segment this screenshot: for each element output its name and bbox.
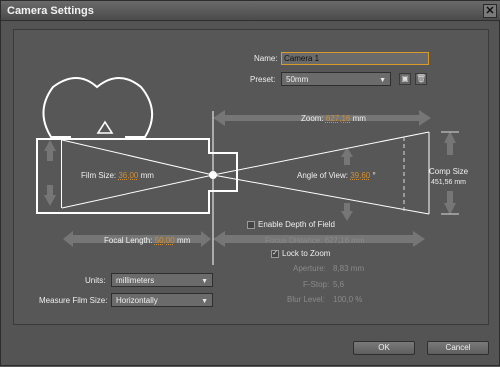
comp-size-arrow-down — [444, 191, 456, 215]
chevron-down-icon: ▼ — [379, 77, 386, 84]
preset-value: 50mm — [286, 75, 309, 84]
film-rect — [61, 140, 62, 208]
measure-film-size-select[interactable]: Horizontally ▼ — [111, 293, 213, 307]
preset-label: Preset: — [250, 75, 276, 84]
comp-size-arrow-up — [444, 131, 456, 155]
enable-dof-label: Enable Depth of Field — [258, 220, 335, 229]
trash-icon[interactable]: 🗑 — [415, 73, 427, 85]
angle-arrow-down — [341, 203, 353, 221]
focus-distance-label: Focus Distance: — [265, 236, 323, 245]
lens-point — [209, 171, 217, 179]
fstop-label: F-Stop: — [303, 280, 330, 289]
focal-length-label: Focal Length: — [104, 236, 153, 245]
blur-level-value: 100,0 % — [333, 295, 363, 304]
units-value: millimeters — [116, 276, 155, 285]
film-size-arrow-down — [44, 185, 56, 206]
enable-dof-checkbox[interactable] — [247, 221, 255, 229]
film-size-value[interactable]: 36,00 — [118, 171, 138, 180]
focus-distance-value: 627,16 mm — [324, 236, 365, 245]
chevron-down-icon: ▼ — [201, 298, 208, 305]
focal-length-value[interactable]: 50,00 — [155, 236, 175, 245]
measure-film-size-label: Measure Film Size: — [39, 296, 108, 305]
film-size-unit: mm — [140, 171, 154, 180]
zoom-label: Zoom: — [301, 114, 324, 123]
camera-settings-dialog: Camera Settings ✕ Name: Camera 1 Preset:… — [0, 0, 500, 366]
ok-button[interactable]: OK — [353, 341, 415, 355]
aperture-label: Aperture: — [293, 264, 326, 273]
cancel-button[interactable]: Cancel — [427, 341, 489, 355]
film-size-arrow-up — [44, 140, 56, 161]
blur-level-label: Blur Level: — [287, 295, 325, 304]
measure-film-size-value: Horizontally — [116, 296, 158, 305]
focal-length-field: Focal Length: 50,00 mm — [104, 236, 190, 245]
angle-label: Angle of View: — [297, 171, 348, 180]
preset-select[interactable]: 50mm ▼ — [281, 72, 391, 86]
aperture-value: 8,83 mm — [333, 264, 365, 273]
zoom-field: Zoom: 627,16 mm — [301, 114, 366, 123]
lock-to-zoom-label: Lock to Zoom — [282, 249, 331, 258]
angle-of-view-field: Angle of View: 39,60 ° — [297, 171, 376, 180]
comp-size-label: Comp Size — [429, 167, 469, 176]
camera-triangle-icon — [96, 120, 114, 134]
comp-size-value: 451,56 mm — [431, 179, 467, 186]
lock-to-zoom-checkbox[interactable]: ✓ — [271, 250, 279, 258]
save-icon[interactable]: ▣ — [399, 73, 411, 85]
camera-reels-outline — [42, 77, 153, 138]
angle-unit: ° — [372, 171, 376, 180]
angle-value[interactable]: 39,60 — [350, 171, 370, 180]
fstop-value: 5,6 — [333, 280, 345, 289]
name-label: Name: — [254, 54, 278, 63]
film-size-label: Film Size: — [81, 171, 117, 180]
camera-name-input[interactable]: Camera 1 — [281, 52, 429, 65]
chevron-down-icon: ▼ — [201, 278, 208, 285]
focus-distance-field: Focus Distance: 627,16 mm — [265, 236, 365, 245]
units-select[interactable]: millimeters ▼ — [111, 273, 213, 287]
film-size-field: Film Size: 36,00 mm — [81, 171, 154, 180]
units-label: Units: — [85, 276, 106, 285]
zoom-unit: mm — [352, 114, 366, 123]
zoom-value[interactable]: 627,16 — [326, 114, 350, 123]
angle-arrow-up — [341, 147, 353, 165]
focal-length-unit: mm — [176, 236, 191, 245]
